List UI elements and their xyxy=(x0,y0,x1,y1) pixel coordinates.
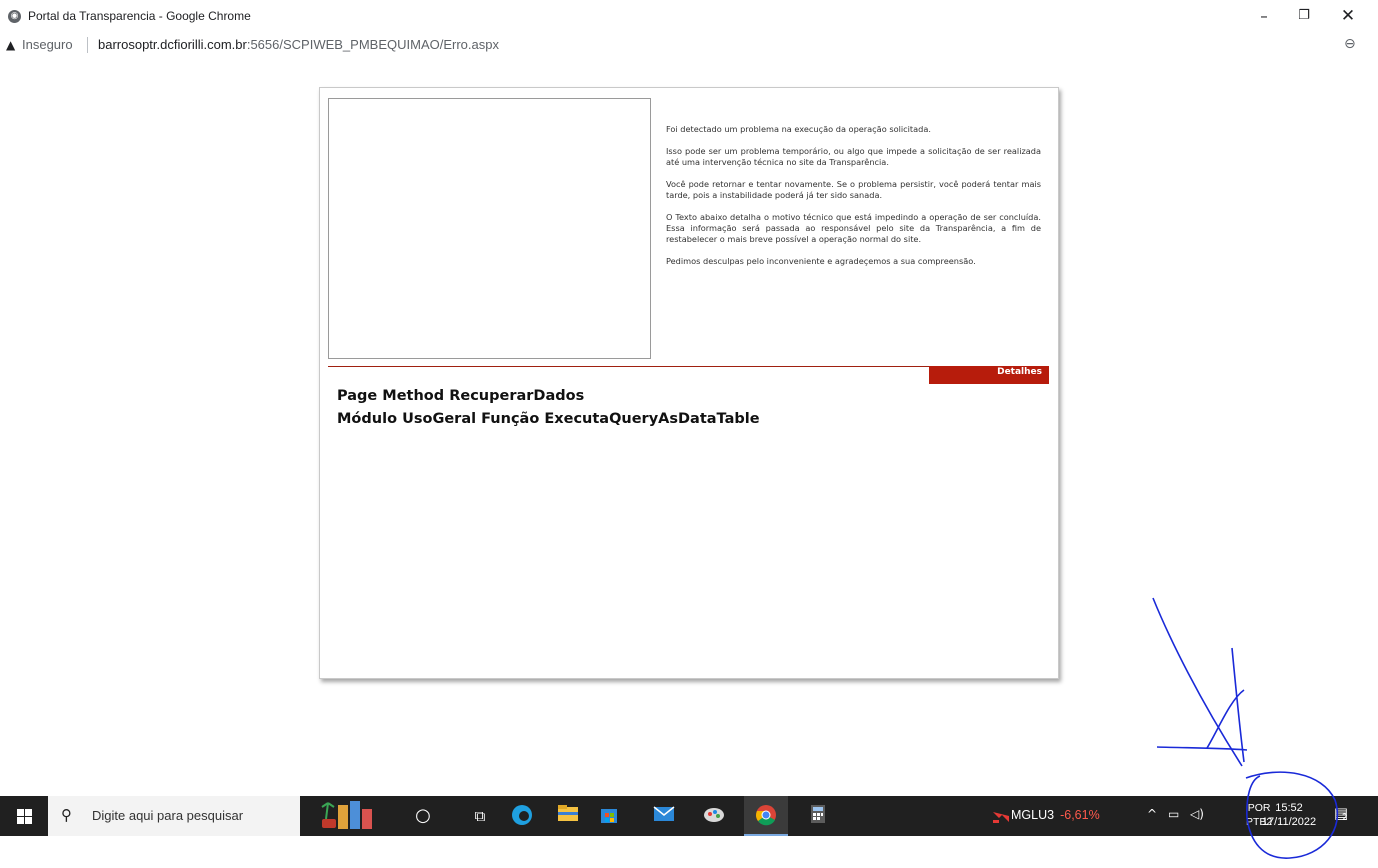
stock-widget[interactable]: MGLU3 -6,61% xyxy=(1011,808,1100,822)
mail-logo xyxy=(653,806,675,821)
chrome-logo xyxy=(756,805,776,826)
error-message: Foi detectado um problema na execução da… xyxy=(666,124,1041,278)
task-view-icon[interactable]: ⧉ xyxy=(468,804,492,828)
folder-logo xyxy=(558,805,578,821)
taskbar-search-box[interactable]: ⚲ Digite aqui para pesquisar xyxy=(48,796,300,836)
file-explorer-icon[interactable] xyxy=(556,804,580,828)
paint-app-icon[interactable] xyxy=(702,804,726,828)
calculator-logo xyxy=(811,805,825,823)
windows-logo-icon-part xyxy=(17,817,24,824)
search-placeholder: Digite aqui para pesquisar xyxy=(92,808,244,823)
error-card: Foi detectado um problema na execução da… xyxy=(319,87,1059,679)
windows-taskbar: ⚲ Digite aqui para pesquisar ○ ⧉ MGLU3 -6… xyxy=(0,796,1378,836)
stock-down-icon xyxy=(993,812,1009,823)
windows-logo-icon-part xyxy=(25,817,32,824)
windows-logo-icon-part xyxy=(25,809,32,816)
search-icon: ⚲ xyxy=(61,806,72,824)
store-logo xyxy=(601,809,617,823)
clock-time: 15:52 xyxy=(1275,802,1303,814)
screen-bottom-margin xyxy=(0,836,1378,868)
calculator-icon[interactable] xyxy=(806,804,830,828)
network-icon[interactable]: ▭ xyxy=(1168,807,1179,821)
paint-logo xyxy=(704,808,724,822)
restore-button[interactable]: ❐ xyxy=(1284,4,1324,28)
mail-icon[interactable] xyxy=(652,804,676,828)
error-detail-line: Módulo UsoGeral Função ExecutaQueryAsDat… xyxy=(337,411,760,427)
error-image-placeholder xyxy=(328,98,651,359)
notification-center-icon[interactable]: ▤ 2 xyxy=(1330,804,1352,826)
message-paragraph: Isso pode ser um problema temporário, ou… xyxy=(666,146,1041,167)
notification-count: 2 xyxy=(1342,813,1348,823)
clock-date: 17/11/2022 xyxy=(1261,816,1317,828)
window-title: Portal da Transparencia - Google Chrome xyxy=(28,9,251,23)
message-paragraph: Você pode retornar e tentar novamente. S… xyxy=(666,179,1041,200)
edge-browser-icon[interactable] xyxy=(510,804,534,828)
chevron-up-icon[interactable]: ^ xyxy=(1147,807,1157,821)
minimize-button[interactable]: – xyxy=(1244,4,1284,28)
security-label[interactable]: Inseguro xyxy=(22,37,73,52)
stock-change: -6,61% xyxy=(1060,808,1100,822)
url-path: :5656/SCPIWEB_PMBEQUIMAO/Erro.aspx xyxy=(246,37,499,52)
address-bar[interactable]: ▲ Inseguro barrosoptr.dcfiorilli.com.br:… xyxy=(0,32,1378,58)
stock-symbol: MGLU3 xyxy=(1011,808,1055,822)
store-icon[interactable] xyxy=(597,804,621,828)
chrome-icon[interactable] xyxy=(754,804,778,828)
window-titlebar: ◉ Portal da Transparencia - Google Chrom… xyxy=(0,0,1378,32)
windows-logo-icon xyxy=(17,809,24,816)
close-button[interactable]: ✕ xyxy=(1328,4,1368,28)
volume-icon[interactable]: ◁) xyxy=(1190,807,1204,821)
details-tab[interactable]: Detalhes xyxy=(929,366,1049,384)
url-host: barrosoptr.dcfiorilli.com.br xyxy=(98,37,247,52)
start-button[interactable] xyxy=(0,796,48,836)
system-clock[interactable]: 15:52 17/11/2022 xyxy=(1258,801,1320,829)
address-divider xyxy=(87,37,88,53)
message-paragraph: O Texto abaixo detalha o motivo técnico … xyxy=(666,212,1041,244)
url-text[interactable]: barrosoptr.dcfiorilli.com.br:5656/SCPIWE… xyxy=(98,37,499,52)
warning-icon[interactable]: ▲ xyxy=(6,38,15,52)
message-paragraph: Foi detectado um problema na execução da… xyxy=(666,124,931,134)
error-detail-line: Page Method RecuperarDados xyxy=(337,388,585,404)
message-paragraph: Pedimos desculpas pelo inconveniente e a… xyxy=(666,256,976,266)
globe-icon: ◉ xyxy=(8,10,21,23)
cortana-icon[interactable]: ○ xyxy=(411,804,435,828)
zoom-icon[interactable]: ⊖ xyxy=(1344,36,1356,52)
edge-logo xyxy=(512,805,532,825)
news-weather-icon[interactable] xyxy=(318,799,374,833)
